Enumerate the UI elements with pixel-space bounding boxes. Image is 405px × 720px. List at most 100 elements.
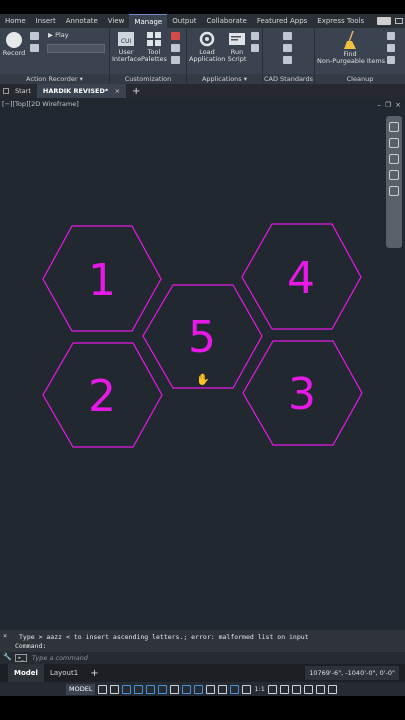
record-label: Record (2, 49, 26, 57)
panel-applications: Load Application Run Script Applications ▾ (187, 28, 263, 84)
broom-icon (344, 30, 356, 49)
transparency-icon[interactable] (218, 684, 228, 694)
tab-featured-apps[interactable]: Featured Apps (252, 14, 312, 28)
load-application-button[interactable]: Load Application (189, 30, 225, 63)
clean-screen-icon[interactable] (315, 684, 325, 694)
grid-icon[interactable] (98, 684, 108, 694)
ribbon-tab-bar: Home Insert Annotate View Manage Output … (0, 14, 405, 28)
svg-text:CUI: CUI (121, 38, 132, 45)
hexagon-label-3: 3 (288, 369, 316, 420)
file-tab-bar: Start HARDIK REVISED* × + (0, 84, 405, 98)
tool-palettes-icon (147, 32, 161, 46)
coordinate-readout[interactable]: 10769'-6", -1040'-0", 0'-0" (305, 666, 399, 680)
drawing-svg: 1 4 5 2 3 (42, 223, 363, 448)
isometric-drafting-icon[interactable] (170, 684, 180, 694)
polar-tracking-icon[interactable] (158, 684, 168, 694)
isolate-objects-icon[interactable] (303, 684, 313, 694)
tab-manage[interactable]: Manage (129, 14, 168, 28)
load-application-icon (199, 31, 215, 47)
layout-tab-model[interactable]: Model (8, 664, 44, 682)
tab-output[interactable]: Output (167, 14, 201, 28)
tab-express-tools[interactable]: Express Tools (312, 14, 369, 28)
customize-small-icon-1[interactable] (171, 32, 180, 40)
tab-view[interactable]: View (103, 14, 130, 28)
infer-constraints-icon[interactable] (122, 684, 132, 694)
units-icon[interactable] (291, 684, 301, 694)
workspace-gear-icon[interactable] (267, 684, 277, 694)
cui-icon: CUI (118, 32, 134, 46)
tab-collaborate[interactable]: Collaborate (202, 14, 252, 28)
record-button[interactable]: Record (2, 31, 26, 57)
file-tab-close-icon[interactable]: × (115, 87, 120, 95)
cleanup-label: Cleanup (315, 74, 405, 84)
standards-small-icon-3[interactable] (283, 56, 292, 64)
play-label: Play (55, 31, 69, 39)
layout-tab-layout1[interactable]: Layout1 (44, 664, 84, 682)
panel-cleanup: Find Non-Purgeable Items Cleanup (315, 28, 405, 84)
panel-action-recorder: Record ▶ Play Action Recorder ▾ (0, 28, 110, 84)
tab-home[interactable]: Home (0, 14, 31, 28)
hexagon-label-4: 4 (287, 253, 315, 304)
cleanup-small-icon-3[interactable] (387, 56, 395, 64)
standards-small-icon-1[interactable] (283, 32, 292, 40)
annotation-scale[interactable]: 1:1 (254, 685, 264, 693)
command-prompt-icon[interactable]: ▸_ (15, 654, 27, 662)
record-icon (6, 32, 22, 48)
file-tab-hardik-revised[interactable]: HARDIK REVISED* × (36, 84, 127, 98)
applications-label[interactable]: Applications ▾ (187, 74, 262, 84)
standards-small-icon-2[interactable] (283, 44, 292, 52)
lineweight-icon[interactable] (206, 684, 216, 694)
file-tab-start[interactable]: Start (9, 84, 37, 98)
dynamic-input-icon[interactable] (134, 684, 144, 694)
hexagon-1[interactable]: 1 (42, 225, 162, 332)
snap-mode-icon[interactable] (110, 684, 120, 694)
drawing-canvas[interactable]: [−][Top][2D Wireframe] – ❐ × 1 4 5 2 3 ✋ (0, 98, 405, 630)
hand-cursor-icon: ✋ (196, 373, 210, 386)
annotation-visibility-icon[interactable] (230, 684, 240, 694)
action-recorder-label[interactable]: Action Recorder ▾ (0, 74, 109, 84)
object-snap-tracking-icon[interactable] (182, 684, 192, 694)
customize-small-icon-2[interactable] (171, 44, 180, 52)
add-layout-button[interactable]: + (84, 668, 104, 679)
command-prefix: Command: (15, 642, 47, 650)
file-tab-label: HARDIK REVISED* (42, 87, 109, 95)
model-space-button[interactable]: MODEL (66, 683, 96, 695)
tab-annotate[interactable]: Annotate (61, 14, 103, 28)
cleanup-small-icon-2[interactable] (387, 44, 395, 52)
customize-status-bar-icon[interactable] (327, 684, 337, 694)
user-interface-button[interactable]: CUI User Interface (112, 30, 141, 63)
command-input[interactable] (32, 653, 392, 663)
command-customize-icon[interactable]: 🔧 (3, 653, 12, 661)
cad-standards-label: CAD Standards (263, 74, 314, 84)
recorder-small-icon-2[interactable] (30, 44, 39, 52)
annotation-monitor-icon[interactable] (279, 684, 289, 694)
new-file-tab-button[interactable]: + (126, 86, 146, 97)
tool-palettes-button[interactable]: Tool Palettes (140, 30, 168, 63)
ribbon-extra-icon[interactable] (377, 17, 392, 25)
customize-small-icon-3[interactable] (171, 56, 180, 64)
ribbon-minimize-icon[interactable] (395, 18, 404, 24)
command-line: 🔧 ▸_ (0, 652, 405, 664)
hexagon-4[interactable]: 4 (241, 223, 362, 330)
command-close-icon[interactable]: × (3, 632, 12, 640)
letterbox-bottom (0, 696, 405, 720)
auto-scale-icon[interactable] (242, 684, 252, 694)
run-script-button[interactable]: Run Script (225, 30, 249, 63)
hexagon-3[interactable]: 3 (242, 340, 363, 446)
command-history-line: Type > aazz < to insert ascending letter… (19, 633, 309, 641)
recorder-small-icon-1[interactable] (30, 32, 39, 40)
customization-label: Customization (110, 74, 186, 84)
ortho-mode-icon[interactable] (146, 684, 156, 694)
panel-cad-standards: CAD Standards (263, 28, 315, 84)
find-non-purgeable-button[interactable]: Find Non-Purgeable Items (317, 30, 385, 65)
cleanup-small-icon-1[interactable] (387, 32, 395, 40)
object-snap-icon[interactable] (194, 684, 204, 694)
ribbon-panels: Record ▶ Play Action Recorder ▾ CUI User… (0, 28, 405, 84)
play-button[interactable]: ▶ Play (48, 32, 69, 39)
apps-small-icon-1[interactable] (251, 32, 259, 40)
apps-small-icon-2[interactable] (251, 44, 259, 52)
tab-insert[interactable]: Insert (31, 14, 61, 28)
macro-dropdown[interactable] (47, 44, 105, 53)
hexagon-2[interactable]: 2 (42, 342, 163, 448)
status-bar: MODEL 1:1 (0, 682, 405, 696)
